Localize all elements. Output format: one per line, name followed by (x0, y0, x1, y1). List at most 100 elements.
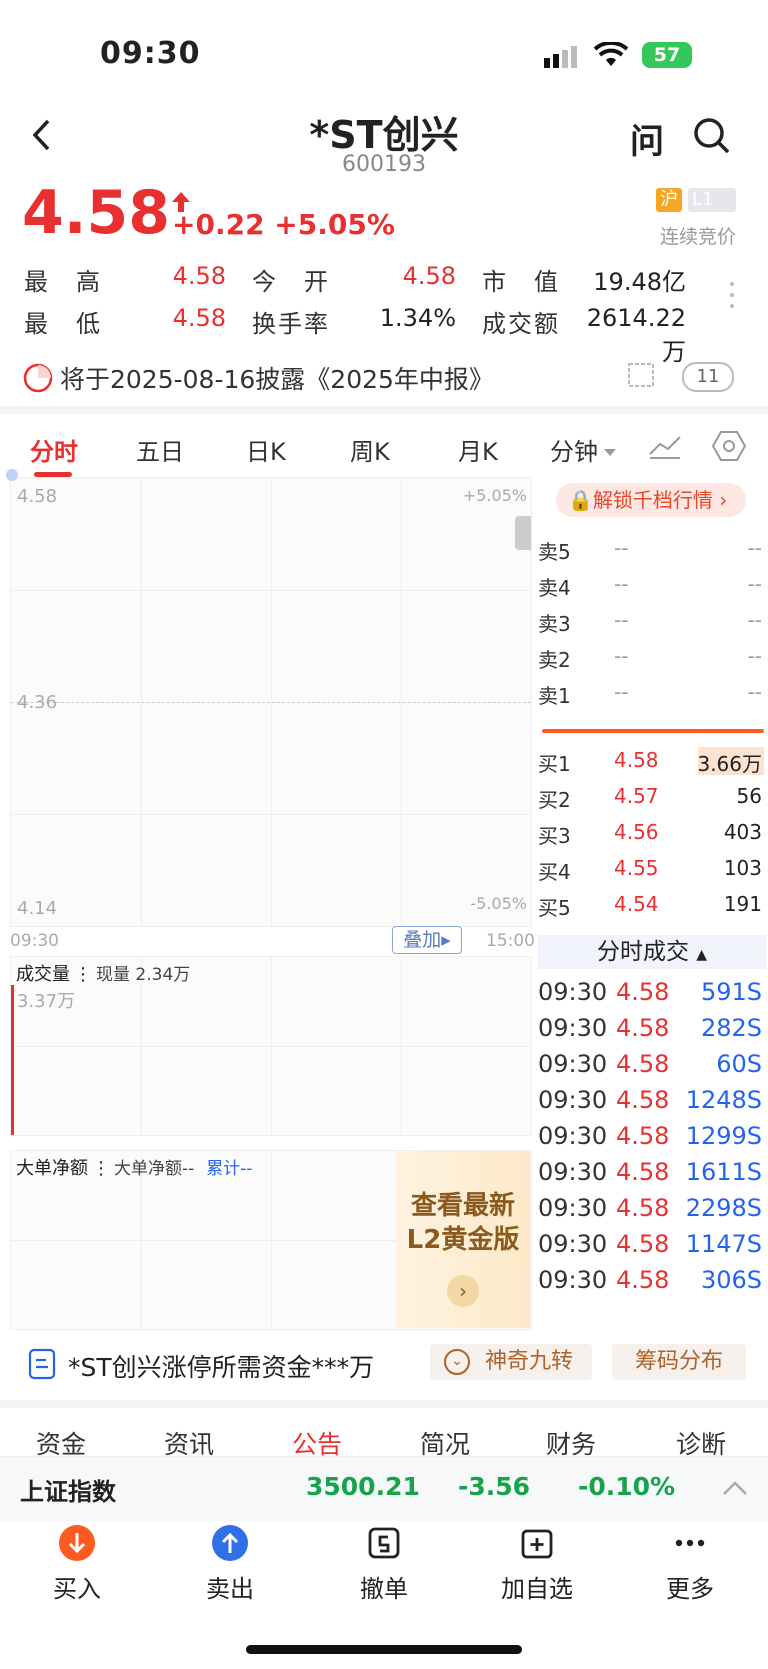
tab-intraday[interactable]: 分时 (30, 432, 78, 467)
tick-row[interactable]: 09:30 4.58 1611S (538, 1156, 764, 1194)
report-notice[interactable]: 将于2025-08-16披露《2025年中报》 (60, 360, 494, 396)
stat-label: 成交额 (482, 310, 560, 338)
buy-vol: 103 (723, 856, 762, 880)
more-button[interactable]: 更多 (645, 1525, 735, 1604)
tab-minute[interactable]: 分钟 (550, 432, 598, 467)
chart-expand-handle[interactable] (515, 516, 531, 550)
sell-row[interactable]: 卖5 -- -- (538, 532, 764, 570)
cancel-order-button[interactable]: 撤单 (339, 1525, 429, 1604)
chip-distribution-button[interactable]: 筹码分布 (612, 1344, 746, 1380)
sell-row[interactable]: 卖4 -- -- (538, 568, 764, 606)
section-divider (0, 406, 768, 414)
dropdown-arrow-icon[interactable] (604, 442, 616, 461)
tab-5day[interactable]: 五日 (136, 432, 184, 467)
sell-vol: -- (747, 572, 762, 596)
sell-price: -- (614, 572, 629, 596)
stat-value: 2614.22万 (586, 304, 686, 366)
price-change: +0.22 +5.05% (172, 208, 395, 241)
tab-weekly-k[interactable]: 周K (350, 432, 390, 467)
tab-daily-k[interactable]: 日K (246, 432, 286, 467)
section-divider (0, 1400, 768, 1408)
big-order-cumulative[interactable]: 累计-- (206, 1159, 252, 1179)
cancel-order-icon (366, 1525, 402, 1561)
status-time: 09:30 (100, 36, 201, 71)
more-vertical-icon[interactable] (728, 280, 736, 314)
indicator-icon[interactable] (648, 432, 682, 464)
calendar-icon[interactable] (626, 360, 656, 394)
l2-promo-banner[interactable]: 查看最新 L2黄金版 › (396, 1151, 530, 1328)
y-axis-label-mid: 4.36 (17, 692, 58, 713)
chevron-circle-icon: ⌄ (444, 1349, 470, 1375)
tick-row[interactable]: 09:30 4.58 591S (538, 976, 764, 1014)
notice-count-badge[interactable]: 11 (682, 362, 734, 392)
tick-row[interactable]: 09:30 4.58 2298S (538, 1192, 764, 1230)
intraday-chart[interactable]: 4.58 4.36 4.14 +5.05% -5.05% (10, 477, 532, 927)
add-watchlist-button[interactable]: 加自选 (492, 1525, 582, 1604)
unlock-label: 解锁千档行情 (592, 488, 713, 512)
tab-monthly-k[interactable]: 月K (458, 432, 498, 467)
sell-row[interactable]: 卖2 -- -- (538, 640, 764, 678)
sell-vol: -- (747, 536, 762, 560)
tick-row[interactable]: 09:30 4.58 1299S (538, 1120, 764, 1158)
tick-row[interactable]: 09:30 4.58 306S (538, 1264, 764, 1302)
sell-row[interactable]: 卖1 -- -- (538, 676, 764, 714)
home-indicator (246, 1645, 522, 1654)
time-label-end: 15:00 (486, 931, 535, 951)
market-badge: 沪 (656, 188, 682, 212)
search-icon[interactable] (692, 116, 732, 160)
sell-label: 卖2 (538, 648, 571, 672)
buy-label: 买3 (538, 824, 571, 848)
buy-row[interactable]: 买5 4.54 191 (538, 888, 764, 926)
overlay-button[interactable]: 叠加▸ (392, 926, 462, 954)
tick-time: 09:30 (538, 1050, 608, 1078)
nine-turns-label: 神奇九转 (485, 1349, 574, 1374)
trade-mode-label: 连续竞价 (660, 226, 737, 248)
ticks-title: 分时成交 (596, 939, 689, 965)
index-value: 3500.21 (306, 1472, 420, 1501)
tick-time: 09:30 (538, 1266, 608, 1294)
big-order-title-text: 大单净额 (16, 1158, 88, 1179)
sell-button[interactable]: 卖出 (185, 1525, 275, 1604)
signal-icon (544, 46, 580, 72)
buy-row[interactable]: 买3 4.56 403 (538, 816, 764, 854)
current-price: 4.58 (22, 178, 171, 248)
tick-row[interactable]: 09:30 4.58 1248S (538, 1084, 764, 1122)
y-axis-label-bottom: 4.14 (17, 898, 58, 919)
buy-price: 4.58 (614, 748, 659, 772)
big-order-detail: 大单净额-- (114, 1159, 195, 1179)
buy-button[interactable]: 买入 (32, 1525, 122, 1604)
tick-price: 4.58 (616, 1014, 670, 1042)
ask-button[interactable]: 问 (630, 114, 664, 163)
stat-value: 4.58 (402, 262, 456, 290)
index-name: 上证指数 (20, 1478, 116, 1506)
limit-capital-text[interactable]: *ST创兴涨停所需资金***万 (68, 1348, 374, 1384)
stat-value: 1.34% (379, 304, 456, 332)
settings-hex-icon[interactable] (711, 430, 747, 466)
tick-row[interactable]: 09:30 4.58 282S (538, 1012, 764, 1050)
unlock-book-button[interactable]: 🔒解锁千档行情 › (556, 483, 746, 517)
chevron-right-icon[interactable]: › (447, 1275, 479, 1307)
ticks-header[interactable]: 分时成交 ▲ (538, 935, 766, 969)
nine-turns-button[interactable]: ⌄ 神奇九转 (430, 1344, 592, 1380)
buy-row[interactable]: 买1 4.58 3.66万 (538, 744, 764, 782)
level-badge[interactable]: L1 (688, 188, 736, 212)
grid-line (11, 1240, 397, 1241)
sell-vol: -- (747, 608, 762, 632)
lock-icon: 🔒 (568, 488, 593, 512)
tick-price: 4.58 (616, 1086, 670, 1114)
tick-row[interactable]: 09:30 4.58 60S (538, 1048, 764, 1086)
chevron-up-icon[interactable] (722, 1480, 748, 1500)
tick-time: 09:30 (538, 1086, 608, 1114)
tick-vol: 1147S (685, 1230, 762, 1258)
prev-close-line (11, 702, 531, 703)
tick-row[interactable]: 09:30 4.58 1147S (538, 1228, 764, 1266)
sell-row[interactable]: 卖3 -- -- (538, 604, 764, 642)
tick-vol: 60S (716, 1050, 762, 1078)
stat-value: 4.58 (172, 304, 226, 332)
buy-row[interactable]: 买4 4.55 103 (538, 852, 764, 890)
buy-label: 买5 (538, 896, 571, 920)
buy-price: 4.54 (614, 892, 659, 916)
stat-label: 今 开 (252, 268, 330, 296)
buy-row[interactable]: 买2 4.57 56 (538, 780, 764, 818)
buy-vol: 56 (736, 784, 762, 808)
